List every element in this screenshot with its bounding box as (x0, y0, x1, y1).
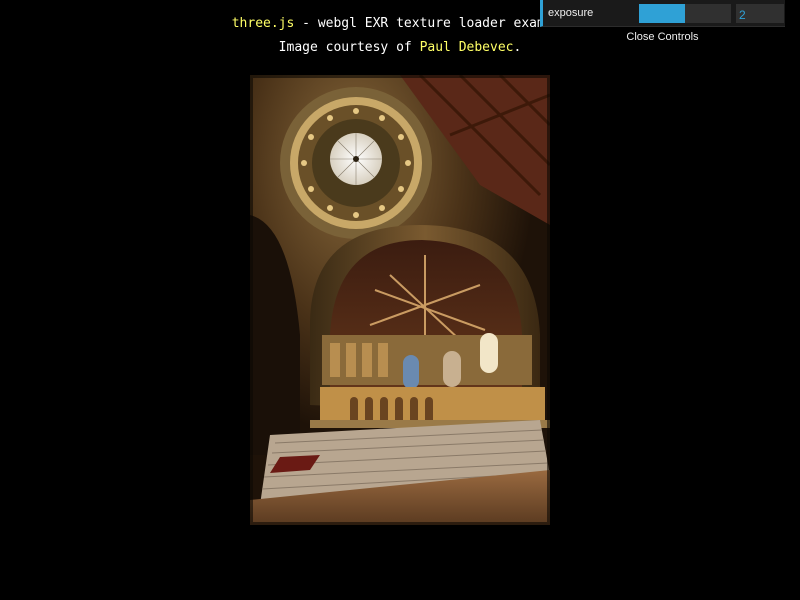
exposure-slider[interactable] (639, 4, 731, 23)
courtesy-suffix: . (513, 40, 522, 55)
controls-panel: exposure Close Controls (540, 0, 785, 47)
stained-glass-window (403, 355, 419, 389)
close-controls-button[interactable]: Close Controls (540, 27, 785, 47)
webgl-canvas[interactable] (250, 75, 550, 525)
exposure-control: exposure (540, 0, 785, 27)
courtesy-prefix: Image courtesy of (278, 40, 420, 55)
stained-glass-window (443, 351, 461, 387)
exposure-slider-fill (639, 4, 685, 23)
stained-glass-window (480, 333, 498, 373)
author-link[interactable]: Paul Debevec (420, 40, 514, 55)
exposure-label: exposure (548, 7, 594, 19)
exr-image (250, 75, 550, 525)
title-text: - webgl EXR texture loader example (294, 16, 569, 31)
exposure-value-input[interactable] (736, 4, 784, 23)
threejs-link[interactable]: three.js (232, 16, 295, 31)
